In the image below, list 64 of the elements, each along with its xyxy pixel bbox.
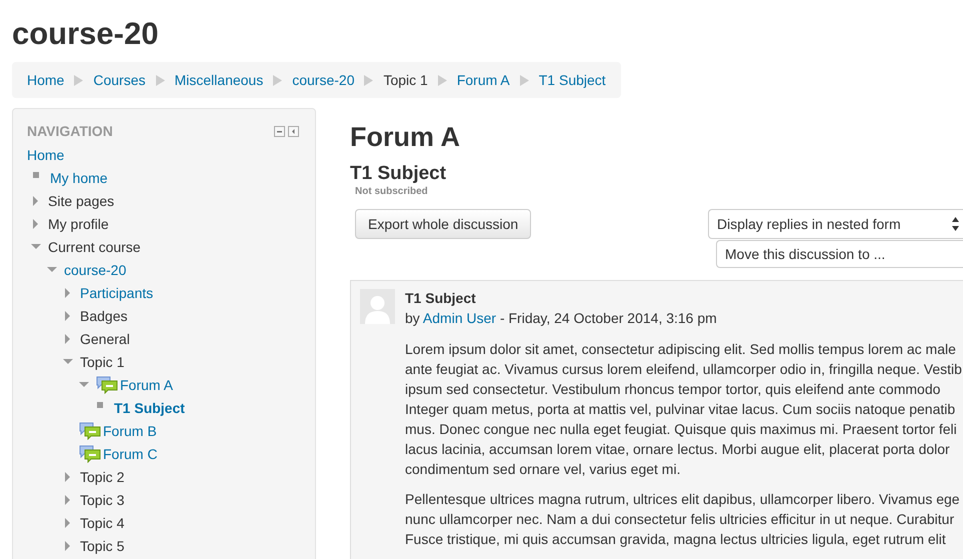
separator-triangle-icon: [438, 74, 447, 86]
nav-link[interactable]: T1 Subject: [114, 400, 185, 416]
nav-item[interactable]: Badges: [80, 308, 128, 324]
post-paragraph: Lorem ipsum dolor sit amet, consectetur adipiscing elit. Sed mollis tempus lorem ac male ante feugiat ac. Vivamus cursus lorem eleifend, ullamcorper odio in, fringilla neque. Vestib ipsum sed consectetur. Vestibulum rhoncus tempor tortor, quis eleifend ante commodo Integer quam metus, porta at mattis vel, pulvinar vitae lacus. Cum sociis natoque penatib mus. Donec congue nec nulla eget feugiat. Quisque quis maximus mi. Praesent tortor feli lacus lacinia, accumsan lorem vitae, ornare lectus. Morbi augue elit, placerat porta dolor condimentum sed ornare vel, varius eget mi.: [405, 340, 962, 479]
nav-link[interactable]: course-20: [64, 262, 126, 278]
caret-right-icon[interactable]: [31, 196, 41, 206]
breadcrumb-current: Topic 1: [383, 72, 428, 88]
nav-link[interactable]: Forum A: [120, 376, 173, 392]
nav-item[interactable]: Topic 4: [80, 514, 124, 530]
updown-arrows-icon: [952, 217, 959, 231]
move-discussion-select[interactable]: Move this discussion to ...: [716, 240, 963, 268]
nav-link[interactable]: Forum B: [103, 422, 157, 438]
breadcrumb-link[interactable]: Miscellaneous: [174, 72, 264, 88]
nav-item[interactable]: General: [80, 330, 130, 346]
caret-right-icon[interactable]: [31, 218, 41, 228]
breadcrumb-link[interactable]: Forum A: [456, 72, 510, 88]
bullet-icon: [33, 172, 39, 178]
nav-item[interactable]: Site pages: [48, 192, 114, 208]
caret-right-icon[interactable]: [63, 518, 73, 528]
caret-down-icon[interactable]: [63, 356, 73, 366]
export-button[interactable]: Export whole discussion: [355, 209, 532, 239]
breadcrumb-link[interactable]: course-20: [292, 72, 354, 88]
block-title: NAVIGATION: [27, 123, 113, 139]
caret-down-icon[interactable]: [47, 264, 57, 274]
separator-triangle-icon: [273, 74, 282, 86]
nav-link[interactable]: My home: [50, 170, 108, 186]
caret-down-icon[interactable]: [79, 380, 89, 390]
caret-right-icon[interactable]: [63, 334, 73, 344]
caret-right-icon[interactable]: [63, 472, 73, 482]
post-date: - Friday, 24 October 2014, 3:16 pm: [500, 310, 717, 326]
avatar-silhouette-icon: [360, 289, 395, 324]
dock-icon[interactable]: [288, 126, 299, 136]
nav-link[interactable]: Forum C: [103, 446, 158, 462]
nav-item[interactable]: My profile: [48, 216, 109, 232]
separator-triangle-icon: [74, 74, 84, 86]
byline-label: by: [405, 310, 420, 326]
caret-down-icon[interactable]: [31, 242, 41, 252]
subscription-status: Not subscribed: [355, 186, 429, 197]
separator-triangle-icon: [364, 74, 374, 86]
post-paragraph: Pellentesque ultrices magna rutrum, ultrices elit dapibus, ullamcorper libero. Vivamus ege nunc ullamcorper nec. Nam a dui consectetur felis ultricies efficitur in ut neque. Curabitur Fusce tristique, mi quis accumsan gravida, magna lectus ultricies ligula, eget rutrum elit: [405, 490, 961, 549]
minimize-icon[interactable]: [274, 126, 285, 136]
nav-item[interactable]: Topic 1: [80, 354, 124, 370]
nav-item[interactable]: Topic 3: [80, 492, 124, 508]
nav-link[interactable]: Home: [27, 146, 64, 162]
caret-right-icon[interactable]: [63, 310, 73, 320]
separator-triangle-icon: [520, 74, 529, 86]
discussion-title: T1 Subject: [350, 162, 448, 186]
author-link[interactable]: Admin User: [422, 310, 496, 326]
nav-item[interactable]: Current course: [48, 238, 141, 254]
forum-title: Forum A: [350, 121, 461, 154]
page-title: course-20: [12, 15, 160, 53]
nav-link[interactable]: Participants: [80, 284, 154, 300]
caret-right-icon[interactable]: [63, 494, 73, 504]
separator-triangle-icon: [156, 74, 164, 86]
post-subject: T1 Subject: [405, 289, 477, 307]
caret-right-icon[interactable]: [63, 288, 73, 298]
breadcrumb-link[interactable]: Home: [27, 72, 64, 88]
nav-item[interactable]: Topic 2: [80, 468, 124, 484]
breadcrumb-link[interactable]: Courses: [93, 72, 146, 88]
bullet-icon: [97, 402, 103, 408]
display-mode-select[interactable]: Display replies in nested form: [708, 209, 963, 239]
nav-item[interactable]: Topic 5: [80, 538, 124, 554]
caret-right-icon[interactable]: [63, 540, 73, 550]
breadcrumb-link[interactable]: T1 Subject: [538, 72, 606, 88]
